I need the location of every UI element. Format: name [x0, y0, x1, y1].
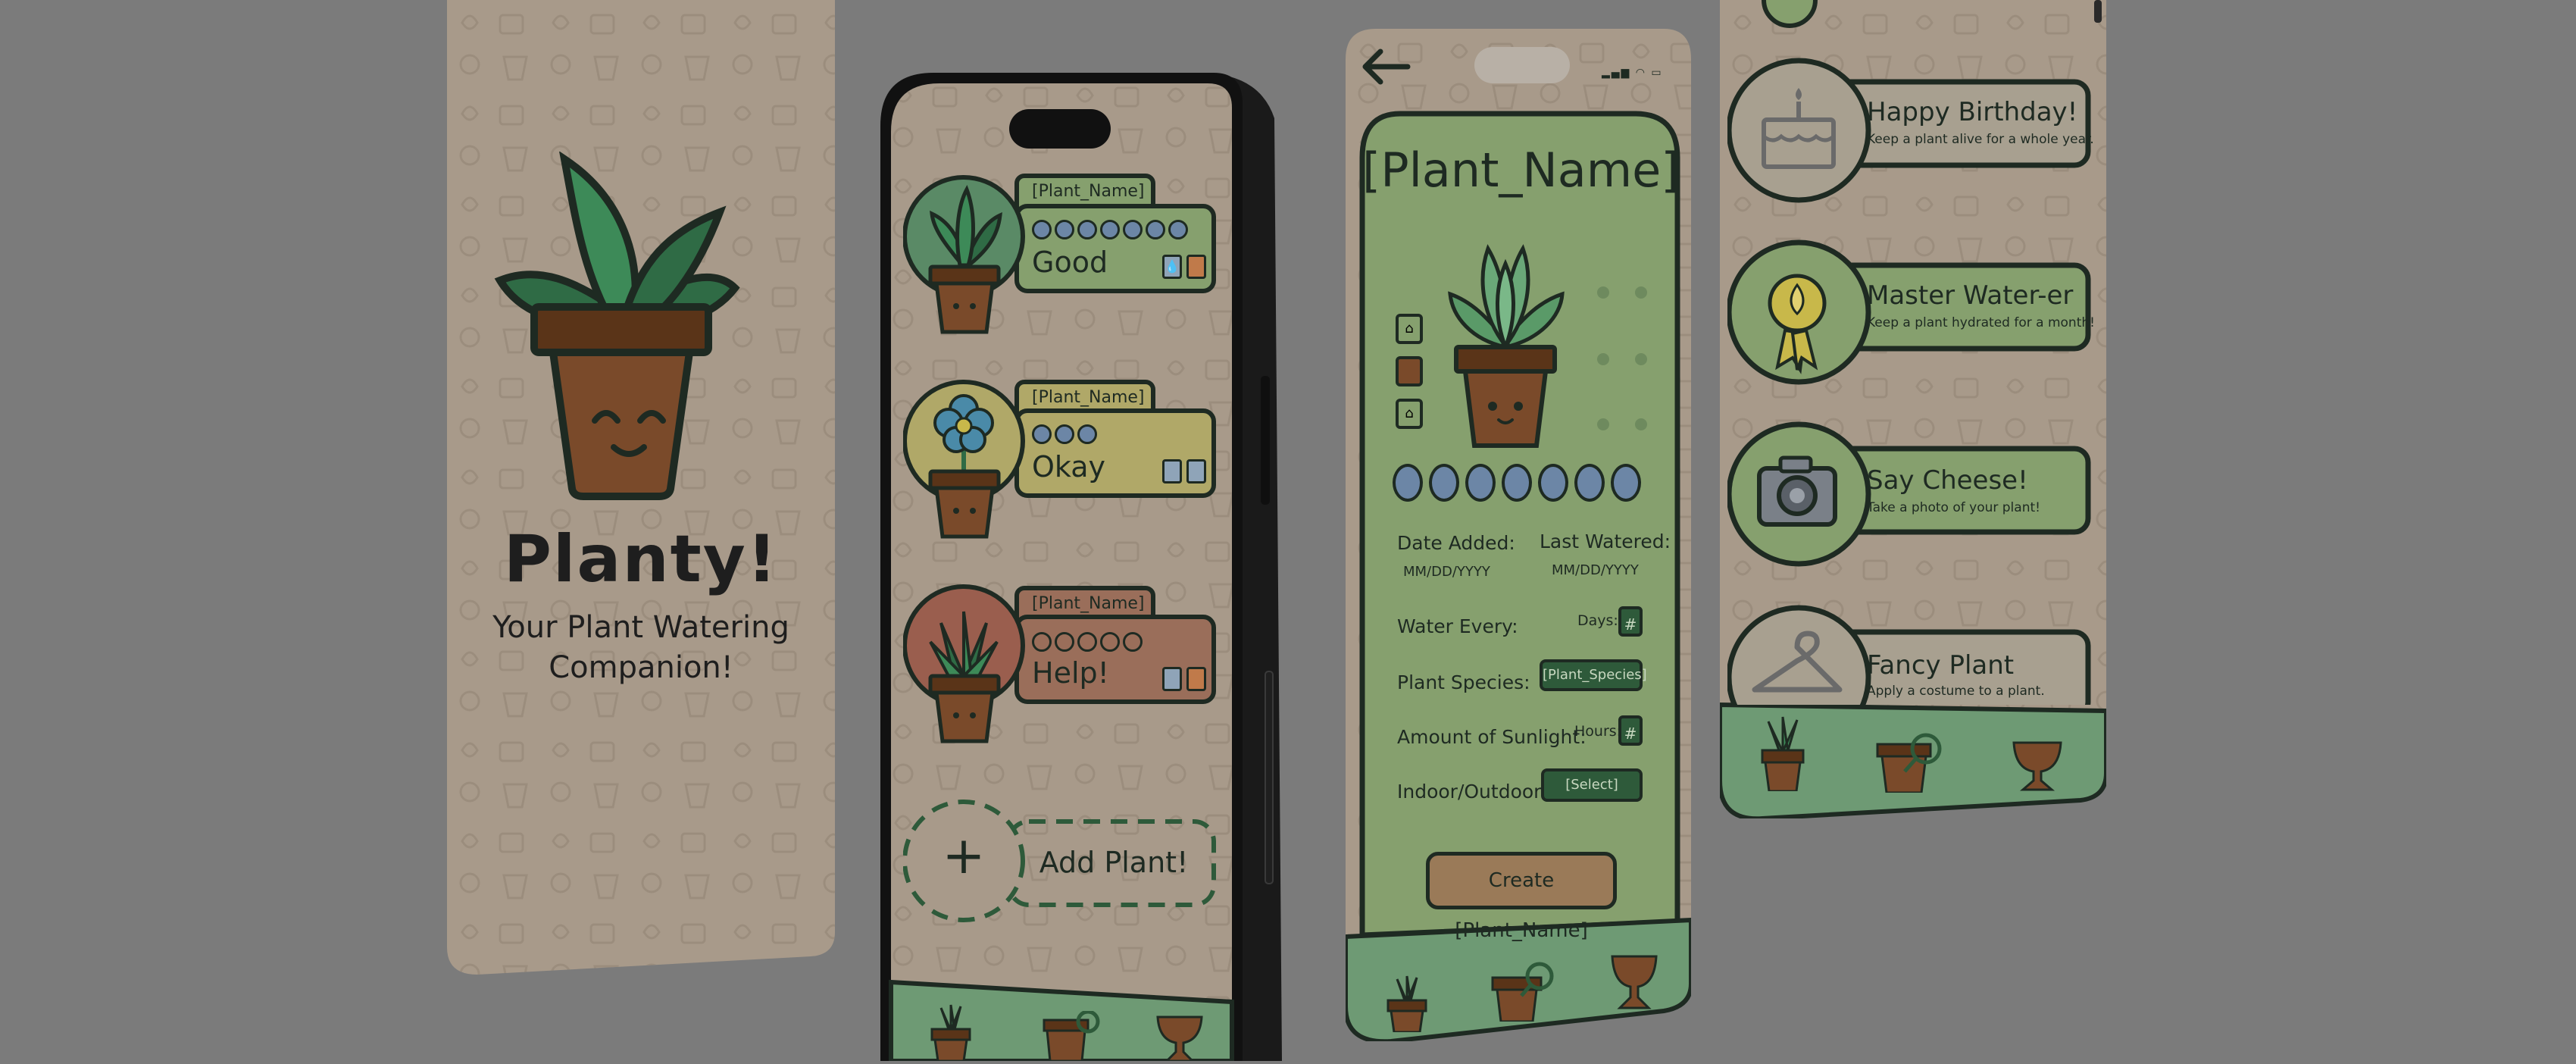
date-added-label: Date Added: — [1397, 532, 1515, 554]
app-subtitle-line2: Companion! — [549, 650, 733, 685]
achievements-screen: Happy Birthday! Keep a plant alive for a… — [1720, 0, 2106, 818]
pot-costume-icon[interactable] — [1396, 356, 1423, 386]
sunlight-label: Amount of Sunlight: — [1397, 726, 1587, 748]
plant-list: [Plant_Name] Good 💧 [Plant_Name] Okay [P… — [880, 73, 1244, 982]
plant-status: Good — [1032, 246, 1108, 279]
trophy-nav-icon[interactable] — [1153, 1014, 1206, 1062]
water-drop-icon — [1162, 667, 1182, 691]
water-drop-icon: 💧 — [1162, 255, 1182, 279]
plant-card[interactable]: [Plant_Name] Good 💧 — [903, 161, 1221, 350]
species-input[interactable]: [Plant_Species] — [1540, 659, 1647, 691]
achievement-title: Master Water-er — [1867, 280, 2074, 311]
hours-input[interactable]: # — [1618, 715, 1643, 746]
plant-title: [Plant_Name] — [1362, 142, 1680, 198]
plant-name-label: [Plant_Name] — [1032, 388, 1145, 407]
achievement-item[interactable]: Say Cheese! Take a photo of your plant! — [1727, 421, 2106, 573]
back-arrow-icon[interactable] — [1359, 45, 1412, 88]
plant-card[interactable]: [Plant_Name] Help! — [903, 570, 1221, 759]
achievement-item[interactable]: Master Water-er Keep a plant hydrated fo… — [1727, 239, 2106, 391]
plant-name-label: [Plant_Name] — [1032, 182, 1145, 201]
create-plant-screen: ▂▄▆ ◠ ▭ [Plant_Name] ⌂ ⌂ Date Added: MM/ — [1346, 29, 1691, 1041]
pot-status-icon — [1186, 255, 1206, 279]
bottom-nav — [1720, 709, 2106, 815]
pot-search-nav-icon[interactable] — [1876, 732, 1944, 794]
hanger-icon[interactable]: ⌂ — [1396, 314, 1423, 344]
achievement-item[interactable]: Fancy Plant Apply a costume to a plant. — [1727, 602, 2106, 705]
pot-search-nav-icon[interactable] — [1043, 1009, 1103, 1062]
achievement-description: Keep a plant alive for a whole year. — [1867, 132, 2094, 147]
splash-screen: Planty! Your Plant Watering Companion! — [447, 0, 835, 975]
add-plant-plus-icon: + — [942, 826, 986, 886]
water-drop-icon — [1162, 459, 1182, 483]
hours-label: Hours: — [1574, 723, 1622, 740]
indoor-outdoor-select[interactable]: [Select] — [1541, 768, 1643, 802]
add-plant-button[interactable]: + Add Plant! — [903, 779, 1221, 946]
trophy-nav-icon[interactable] — [1608, 953, 1661, 1011]
days-label: Days: — [1577, 612, 1618, 629]
achievement-description: Take a photo of your plant! — [1867, 500, 2040, 515]
status-bar-icons: ▂▄▆ ◠ ▭ — [1602, 67, 1663, 79]
create-plant-button[interactable]: Create [Plant_Name] — [1426, 852, 1617, 942]
water-level-bubbles — [1393, 464, 1641, 502]
plant-pot-nav-icon[interactable] — [1756, 715, 1809, 793]
last-watered-value: MM/DD/YYYY — [1552, 562, 1639, 578]
plant-status: Help! — [1032, 656, 1109, 690]
species-label: Plant Species: — [1397, 671, 1530, 693]
costume-slot-grid — [1588, 283, 1664, 435]
plant-status: Okay — [1032, 450, 1106, 483]
add-plant-label: Add Plant! — [1039, 846, 1189, 879]
phone-frame: [Plant_Name] Good 💧 [Plant_Name] Okay [P… — [880, 73, 1282, 1062]
plant-pot-nav-icon[interactable] — [1380, 975, 1433, 1034]
bottom-nav — [891, 996, 1232, 1062]
achievement-title: Happy Birthday! — [1867, 97, 2078, 127]
trophy-nav-icon[interactable] — [2009, 740, 2065, 793]
plant-preview-icon — [1441, 233, 1570, 461]
camera-icon — [1757, 455, 1837, 527]
indoor-outdoor-label: Indoor/Outdoor: — [1397, 781, 1548, 803]
plant-pot-nav-icon[interactable] — [924, 1003, 977, 1062]
pot-status-icon — [1186, 459, 1206, 483]
last-watered-label: Last Watered: — [1540, 530, 1671, 552]
plant-card[interactable]: [Plant_Name] Okay — [903, 365, 1221, 555]
achievement-description: Keep a plant hydrated for a month! — [1867, 315, 2095, 330]
days-input[interactable]: # — [1618, 606, 1643, 637]
achievement-title: Say Cheese! — [1867, 465, 2028, 496]
plant-name-label: [Plant_Name] — [1032, 594, 1145, 613]
achievement-item[interactable]: Happy Birthday! Keep a plant alive for a… — [1727, 58, 2106, 209]
water-bubbles — [1032, 220, 1188, 239]
water-bubbles — [1032, 632, 1143, 652]
planty-logo-icon — [492, 151, 742, 500]
date-added-value: MM/DD/YYYY — [1403, 564, 1490, 580]
pot-search-nav-icon[interactable] — [1491, 961, 1556, 1023]
water-every-label: Water Every: — [1397, 615, 1518, 637]
water-bubbles — [1032, 424, 1097, 444]
lock-icon[interactable]: ⌂ — [1396, 399, 1423, 429]
app-title: Planty! — [503, 521, 779, 597]
pot-status-icon — [1186, 667, 1206, 691]
achievement-description: Apply a costume to a plant. — [1867, 684, 2045, 699]
achievement-title: Fancy Plant — [1867, 650, 2015, 681]
bottom-nav — [1346, 938, 1691, 1037]
app-subtitle-line1: Your Plant Watering — [492, 610, 789, 645]
